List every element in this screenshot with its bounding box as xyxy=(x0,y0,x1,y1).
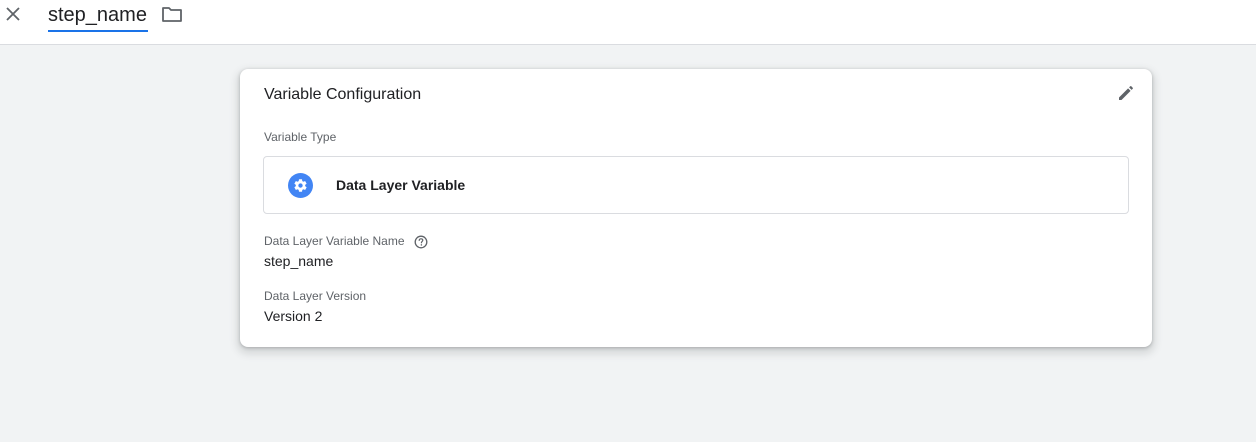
help-icon[interactable] xyxy=(414,235,428,249)
variable-type-selector[interactable]: Data Layer Variable xyxy=(263,156,1129,214)
folder-icon xyxy=(162,7,182,22)
variable-type-name: Data Layer Variable xyxy=(336,177,466,193)
pencil-icon xyxy=(1119,86,1133,100)
close-icon xyxy=(6,7,20,21)
variable-type-label: Variable Type xyxy=(264,130,337,144)
variable-configuration-card: Variable Configuration Variable Type Dat… xyxy=(240,69,1152,347)
variable-name-input[interactable] xyxy=(48,0,148,32)
dlv-name-value: step_name xyxy=(264,253,334,269)
dlv-name-label-text: Data Layer Variable Name xyxy=(264,234,405,248)
folder-button[interactable] xyxy=(160,2,184,26)
edit-button[interactable] xyxy=(1114,81,1138,105)
dlv-name-label: Data Layer Variable Name xyxy=(264,234,428,249)
variable-type-icon-badge xyxy=(288,173,313,198)
dlv-version-label: Data Layer Version xyxy=(264,289,367,303)
dlv-version-value: Version 2 xyxy=(264,308,323,324)
gear-icon xyxy=(294,179,307,192)
card-title: Variable Configuration xyxy=(264,86,422,103)
top-bar xyxy=(0,0,1256,45)
close-button[interactable] xyxy=(0,0,26,28)
